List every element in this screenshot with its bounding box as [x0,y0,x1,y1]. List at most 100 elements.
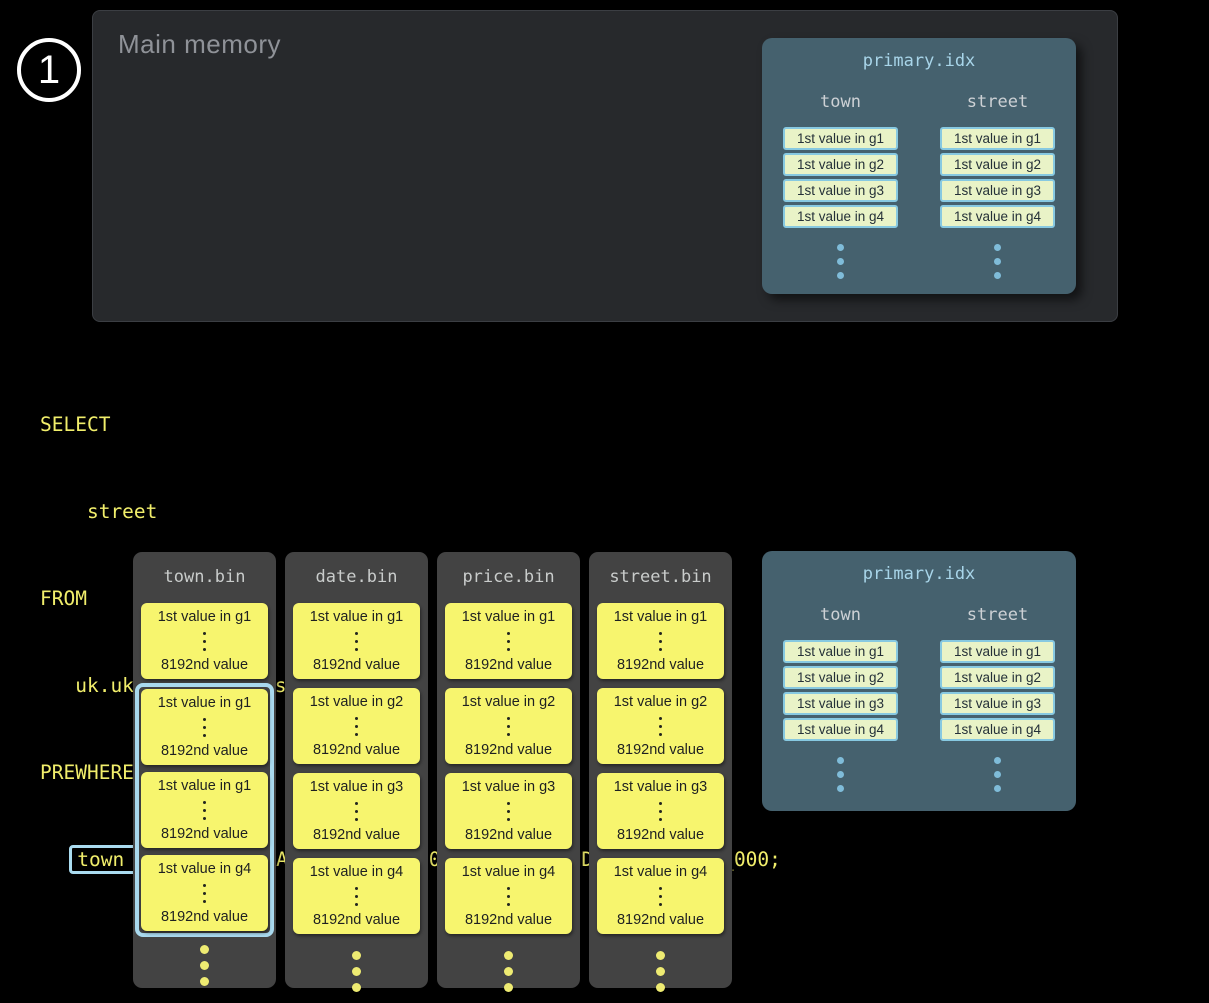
granule-last-value: 8192nd value [161,744,248,759]
granule-block: 1st value in g4 8192nd value [293,858,420,934]
granule-last-value: 8192nd value [617,743,704,758]
granule-block: 1st value in g3 8192nd value [597,773,724,849]
granule-ellipsis-icon [355,717,358,736]
granule-first-value: 1st value in g1 [310,610,404,625]
granule-first-value: 1st value in g3 [310,780,404,795]
granule-first-value: 1st value in g4 [158,862,252,877]
bin-column-street: street.bin 1st value in g1 8192nd value … [589,552,732,988]
granule-first-value: 1st value in g2 [614,695,708,710]
bin-column-price: price.bin 1st value in g1 8192nd value 1… [437,552,580,988]
granule-last-value: 8192nd value [465,658,552,673]
granule-first-value: 1st value in g4 [614,865,708,880]
selected-granules-outline: 1st value in g1 8192nd value 1st value i… [135,683,274,937]
granule-last-value: 8192nd value [617,828,704,843]
granule-first-value: 1st value in g3 [614,780,708,795]
index-entry-chip: 1st value in g2 [783,153,898,176]
bin-column-town: town.bin 1st value in g1 8192nd value 1s… [133,552,276,988]
bin-title: date.bin [316,567,398,587]
step-badge: 1 [17,38,81,102]
granule-block: 1st value in g4 8192nd value [445,858,572,934]
granule-ellipsis-icon [203,801,206,820]
index-entry-chip: 1st value in g1 [783,640,898,663]
main-memory-title: Main memory [118,29,281,60]
granule-last-value: 8192nd value [161,910,248,925]
bin-title: town.bin [164,567,246,587]
index-entry-chip: 1st value in g4 [783,205,898,228]
primary-idx-panel-memory: primary.idx town 1st value in g1 1st val… [762,38,1076,294]
ellipsis-dots-icon [994,757,1001,792]
granule-first-value: 1st value in g1 [614,610,708,625]
granule-block: 1st value in g3 8192nd value [293,773,420,849]
ellipsis-dots-icon [837,757,844,792]
granule-last-value: 8192nd value [465,743,552,758]
granule-ellipsis-icon [355,632,358,651]
index-entry-chip: 1st value in g4 [940,718,1055,741]
column-ellipsis-dots-icon [200,945,209,986]
index-column-street: street 1st value in g1 1st value in g2 1… [919,605,1076,792]
granule-first-value: 1st value in g3 [462,780,556,795]
primary-idx-title: primary.idx [762,564,1076,584]
granule-ellipsis-icon [203,884,206,903]
granule-block: 1st value in g2 8192nd value [293,688,420,764]
column-header-town: town [820,605,861,625]
index-columns: town 1st value in g1 1st value in g2 1st… [762,92,1076,279]
granule-ellipsis-icon [355,887,358,906]
granule-ellipsis-icon [507,632,510,651]
granule-block: 1st value in g3 8192nd value [445,773,572,849]
granule-last-value: 8192nd value [465,913,552,928]
granule-first-value: 1st value in g2 [310,695,404,710]
granule-first-value: 1st value in g1 [158,779,252,794]
index-entry-chip: 1st value in g3 [940,692,1055,715]
granule-ellipsis-icon [659,632,662,651]
index-entry-chip: 1st value in g1 [940,127,1055,150]
granule-block: 1st value in g2 8192nd value [445,688,572,764]
column-ellipsis-dots-icon [656,951,665,992]
granule-ellipsis-icon [659,887,662,906]
granule-ellipsis-icon [659,802,662,821]
granule-first-value: 1st value in g4 [310,865,404,880]
granule-last-value: 8192nd value [313,828,400,843]
granule-ellipsis-icon [659,717,662,736]
granule-last-value: 8192nd value [161,827,248,842]
granule-ellipsis-icon [203,632,206,651]
granule-first-value: 1st value in g1 [158,610,252,625]
granule-ellipsis-icon [507,717,510,736]
primary-idx-title: primary.idx [762,51,1076,71]
primary-idx-panel-disk: primary.idx town 1st value in g1 1st val… [762,551,1076,811]
index-entry-chip: 1st value in g3 [783,692,898,715]
granule-last-value: 8192nd value [313,913,400,928]
granule-ellipsis-icon [507,802,510,821]
granule-last-value: 8192nd value [617,913,704,928]
index-entry-chip: 1st value in g4 [940,205,1055,228]
index-column-town: town 1st value in g1 1st value in g2 1st… [762,92,919,279]
column-header-street: street [967,92,1028,112]
code-line-select: SELECT [40,410,781,439]
bin-title: street.bin [609,567,711,587]
index-column-town: town 1st value in g1 1st value in g2 1st… [762,605,919,792]
index-entry-chip: 1st value in g1 [783,127,898,150]
granule-last-value: 8192nd value [161,658,248,673]
index-entry-chip: 1st value in g2 [940,666,1055,689]
granule-last-value: 8192nd value [617,658,704,673]
index-entry-chip: 1st value in g1 [940,640,1055,663]
granule-last-value: 8192nd value [465,828,552,843]
index-entry-chip: 1st value in g2 [940,153,1055,176]
granule-ellipsis-icon [355,802,358,821]
bin-title: price.bin [462,567,554,587]
column-ellipsis-dots-icon [504,951,513,992]
code-line-street: street [40,497,781,526]
granule-block: 1st value in g2 8192nd value [597,688,724,764]
granule-block: 1st value in g1 8192nd value [597,603,724,679]
ellipsis-dots-icon [994,244,1001,279]
index-entry-chip: 1st value in g3 [783,179,898,202]
granule-ellipsis-icon [203,718,206,737]
bin-column-date: date.bin 1st value in g1 8192nd value 1s… [285,552,428,988]
granule-first-value: 1st value in g1 [158,696,252,711]
column-header-street: street [967,605,1028,625]
granule-ellipsis-icon [507,887,510,906]
granule-first-value: 1st value in g4 [462,865,556,880]
granule-block: 1st value in g4 8192nd value [597,858,724,934]
ellipsis-dots-icon [837,244,844,279]
step-number: 1 [38,48,60,93]
index-column-street: street 1st value in g1 1st value in g2 1… [919,92,1076,279]
